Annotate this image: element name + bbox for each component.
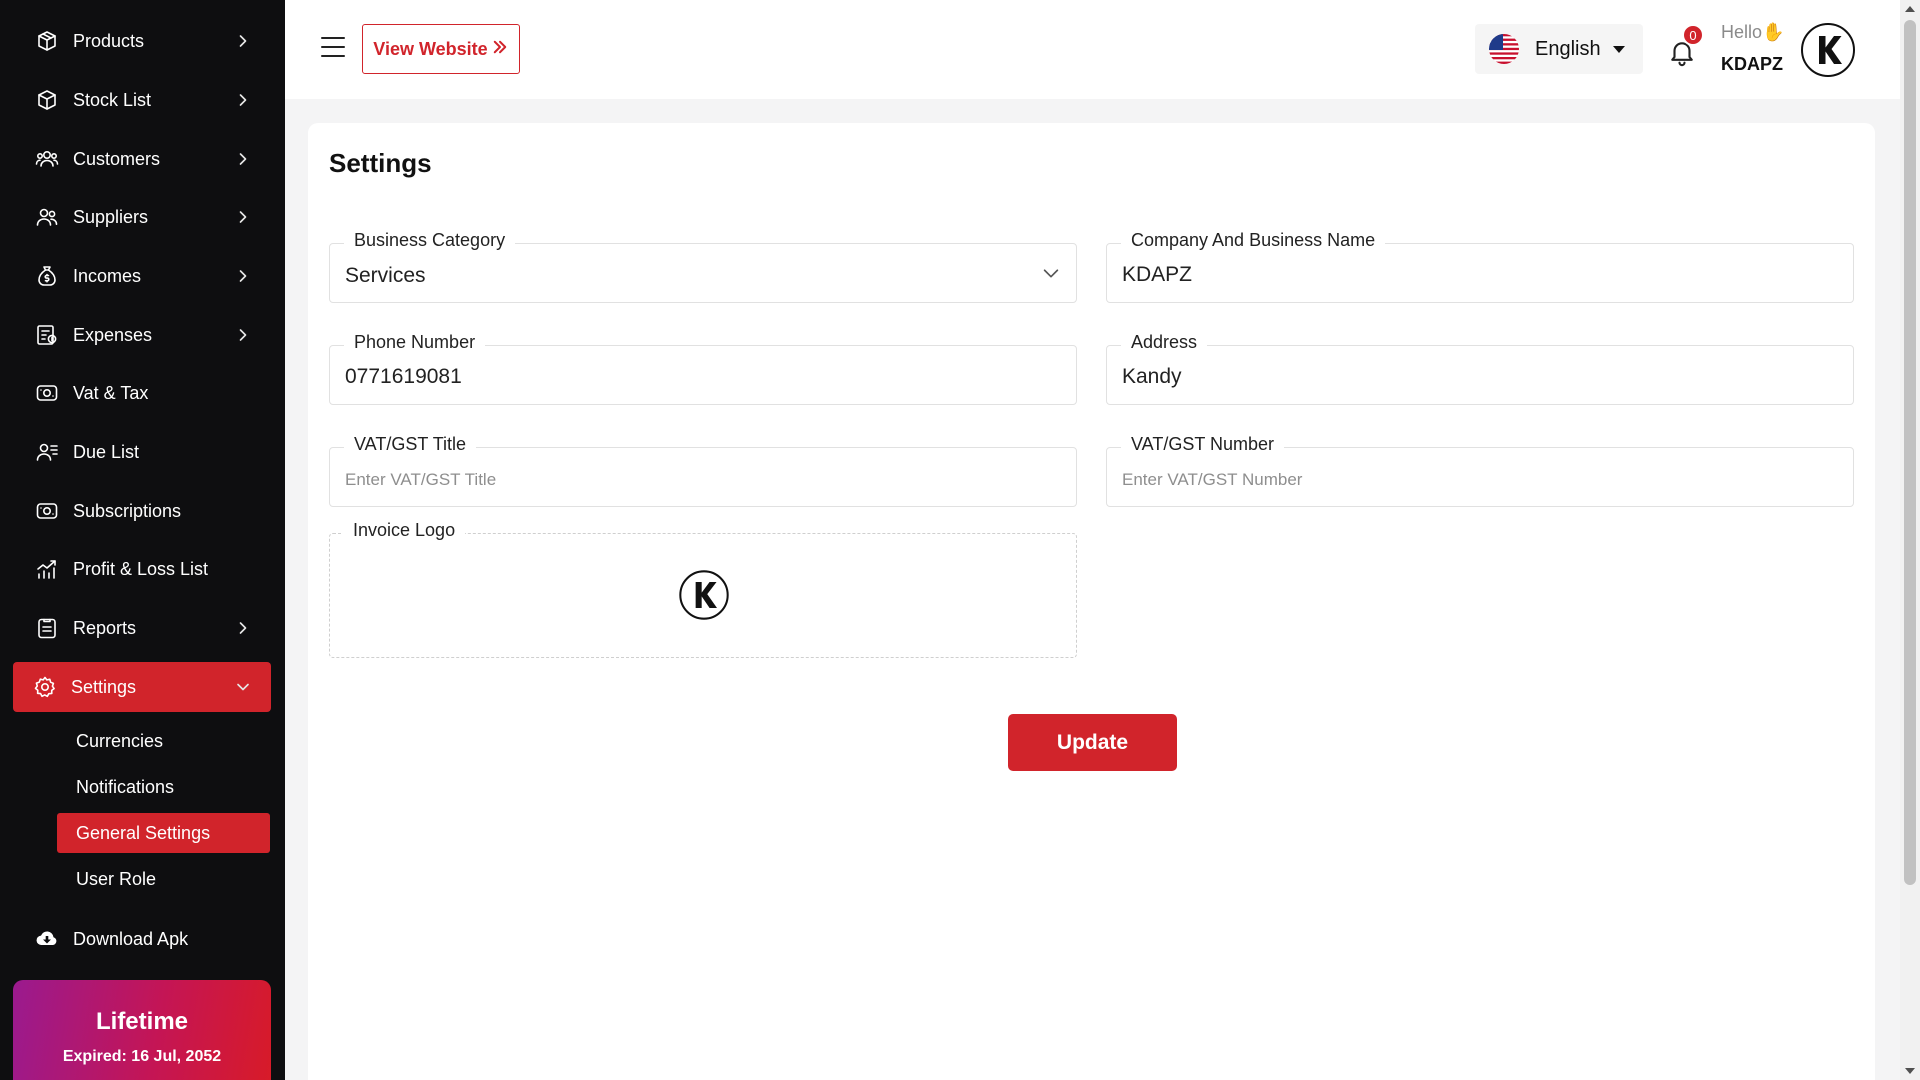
avatar[interactable] (1800, 22, 1856, 78)
sidebar-item-due-list[interactable]: Due List (13, 427, 271, 477)
stock-icon (35, 88, 59, 112)
vat-number-field[interactable]: VAT/GST Number Enter VAT/GST Number (1106, 434, 1854, 507)
chart-icon (35, 557, 59, 581)
due-list-icon (35, 440, 59, 464)
sidebar-sub-user-role[interactable]: User Role (57, 859, 270, 899)
settings-card: Settings Business Category Services Comp… (308, 123, 1875, 1080)
sidebar-sub-general-settings[interactable]: General Settings (57, 813, 270, 853)
sidebar-sub-notifications[interactable]: Notifications (57, 767, 270, 807)
invoice-logo-label: Invoice Logo (343, 520, 466, 541)
sidebar-item-profit-loss[interactable]: Profit & Loss List (13, 544, 271, 594)
page-scrollbar[interactable] (1900, 0, 1920, 1080)
phone-number-value: 0771619081 (345, 365, 462, 388)
sidebar-item-label: Stock List (73, 89, 152, 110)
menu-icon[interactable] (321, 37, 345, 59)
box-icon (35, 29, 59, 53)
chevron-right-icon (233, 266, 253, 286)
chevron-right-icon (233, 149, 253, 169)
business-category-label: Business Category (344, 230, 516, 251)
address-label: Address (1121, 332, 1208, 353)
username: KDAPZ (1721, 54, 1783, 74)
business-category-value: Services (345, 264, 426, 287)
sidebar-item-label: Incomes (73, 265, 142, 286)
customers-icon (35, 147, 59, 171)
sidebar-item-subscriptions[interactable]: Subscriptions (13, 486, 271, 536)
phone-number-label: Phone Number (344, 332, 486, 353)
sidebar-item-label: Customers (73, 148, 161, 169)
scroll-up-icon[interactable] (1905, 6, 1915, 12)
sidebar-item-expenses[interactable]: Expenses (13, 310, 271, 360)
chevron-right-icon (233, 325, 253, 345)
chevron-right-icon (233, 618, 253, 638)
vat-title-field[interactable]: VAT/GST Title Enter VAT/GST Title (329, 434, 1077, 507)
subscription-icon (35, 499, 59, 523)
sidebar-item-vat-tax[interactable]: Vat & Tax (13, 368, 271, 418)
cash-icon (35, 381, 59, 405)
cloud-download-icon (35, 927, 59, 951)
view-website-label: View Website (373, 38, 488, 59)
sidebar-item-label: Suppliers (73, 206, 149, 227)
sidebar-item-label: Expenses (73, 324, 153, 345)
notification-badge: 0 (1682, 24, 1704, 46)
sidebar-item-label: Download Apk (73, 928, 189, 949)
sidebar-item-incomes[interactable]: Incomes (13, 251, 271, 301)
update-button[interactable]: Update (1008, 714, 1177, 771)
greeting: Hello✋ (1721, 22, 1784, 43)
chevron-right-icon (233, 90, 253, 110)
company-name-label: Company And Business Name (1121, 230, 1386, 251)
sidebar-item-label: Reports (73, 617, 137, 638)
greeting-text: Hello (1721, 22, 1763, 42)
plan-title: Lifetime (95, 1008, 188, 1035)
sidebar-item-label: Subscriptions (73, 500, 182, 521)
business-category-select[interactable]: Business Category Services (329, 230, 1077, 303)
report-icon (35, 616, 59, 640)
sidebar-item-label: Vat & Tax (73, 382, 149, 403)
suppliers-icon (35, 205, 59, 229)
chevron-down-icon (233, 677, 253, 697)
caret-down-icon (1612, 45, 1625, 53)
money-bag-icon (35, 264, 59, 288)
chevron-down-icon (1040, 262, 1062, 284)
language-selector[interactable]: English (1475, 24, 1643, 74)
sidebar-sub-currencies[interactable]: Currencies (57, 721, 270, 761)
vat-title-label: VAT/GST Title (344, 434, 477, 455)
phone-number-field[interactable]: Phone Number 0771619081 (329, 332, 1077, 405)
company-name-field[interactable]: Company And Business Name KDAPZ (1106, 230, 1854, 303)
scroll-down-icon[interactable] (1905, 1068, 1915, 1074)
vat-title-placeholder: Enter VAT/GST Title (345, 470, 497, 489)
page-title: Settings (329, 148, 432, 178)
top-header: View Website English 0 Hello✋ KDAPZ (285, 0, 1900, 99)
language-label: English (1535, 37, 1601, 60)
scroll-thumb[interactable] (1904, 20, 1916, 885)
plan-card: Lifetime Expired: 16 Jul, 2052 (13, 980, 271, 1080)
gear-icon (33, 675, 57, 699)
wave-hand-icon: ✋ (1762, 22, 1785, 42)
chevron-right-icon (233, 207, 253, 227)
sidebar-item-label: Profit & Loss List (73, 558, 209, 579)
sidebar-item-products[interactable]: Products (13, 16, 271, 66)
invoice-logo-upload[interactable]: Invoice Logo (329, 520, 1077, 658)
sidebar: Products Stock List Customers Suppliers … (0, 0, 285, 1080)
sidebar-item-download-apk[interactable]: Download Apk (13, 914, 271, 964)
sidebar-item-reports[interactable]: Reports (13, 603, 271, 653)
vat-number-label: VAT/GST Number (1121, 434, 1285, 455)
sidebar-item-customers[interactable]: Customers (13, 134, 271, 184)
sidebar-item-suppliers[interactable]: Suppliers (13, 192, 271, 242)
sidebar-item-label: Products (73, 30, 145, 51)
vat-number-placeholder: Enter VAT/GST Number (1122, 470, 1303, 489)
address-field[interactable]: Address Kandy (1106, 332, 1854, 405)
sidebar-item-stock-list[interactable]: Stock List (13, 75, 271, 125)
sidebar-item-label: Due List (73, 441, 140, 462)
address-value: Kandy (1122, 365, 1182, 388)
sidebar-item-settings[interactable]: Settings (13, 662, 271, 712)
invoice-logo-image (678, 569, 730, 621)
double-chevron-right-icon (488, 38, 509, 61)
sidebar-item-label: Settings (71, 676, 137, 697)
chevron-right-icon (233, 31, 253, 51)
receipt-icon (35, 323, 59, 347)
plan-expiry: Expired: 16 Jul, 2052 (62, 1048, 222, 1065)
company-name-value: KDAPZ (1122, 263, 1193, 286)
view-website-button[interactable]: View Website (362, 24, 520, 74)
us-flag-icon (1489, 34, 1519, 64)
